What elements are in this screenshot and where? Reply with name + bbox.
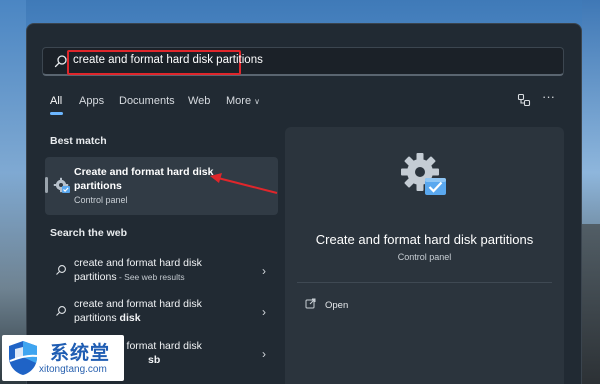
- detail-subtitle: Control panel: [397, 252, 452, 262]
- web-result-1-term: partitions: [74, 271, 117, 283]
- search-query-text[interactable]: create and format hard disk partitions: [73, 54, 263, 66]
- best-match-title: Create and format hard disk partitions: [74, 166, 214, 192]
- tab-more[interactable]: More ∨: [226, 95, 260, 107]
- web-result-2-line1: create and format hard disk: [74, 298, 202, 310]
- open-action[interactable]: Open: [325, 300, 348, 311]
- search-icon: [56, 265, 66, 275]
- web-result-2-prefix: partitions: [74, 312, 120, 324]
- search-web-heading: Search the web: [50, 227, 128, 239]
- watermark-title: 系统堂: [50, 342, 111, 364]
- watermark-url: xitongtang.com: [39, 364, 107, 375]
- more-options-icon[interactable]: ···: [542, 90, 556, 106]
- best-match-result[interactable]: Create and format hard disk partitions C…: [45, 157, 278, 215]
- web-result-2[interactable]: create and format hard disk partitions d…: [45, 298, 278, 338]
- tab-all[interactable]: All: [50, 95, 62, 107]
- best-match-subtitle: Control panel: [74, 195, 128, 205]
- web-result-2-bold: disk: [119, 312, 141, 324]
- desktop-wallpaper-left: [0, 0, 26, 384]
- tab-web[interactable]: Web: [188, 95, 210, 107]
- result-detail-pane: Create and format hard disk partitions C…: [285, 127, 564, 384]
- web-result-3-line2: sb: [148, 354, 160, 366]
- detail-title: Create and format hard disk partitions: [315, 232, 534, 247]
- best-match-heading: Best match: [50, 135, 107, 147]
- tab-apps[interactable]: Apps: [79, 95, 104, 107]
- web-result-2-line2: partitions disk: [74, 312, 141, 324]
- web-result-1[interactable]: create and format hard disk partitions -…: [45, 257, 278, 297]
- disk-management-gear-icon: [53, 177, 70, 193]
- disk-management-gear-icon: [401, 153, 446, 195]
- share-devices-icon[interactable]: [517, 93, 531, 107]
- web-result-3-bold: sb: [148, 354, 161, 366]
- web-result-1-line1: create and format hard disk: [74, 257, 202, 269]
- wallpaper-rock: [582, 224, 600, 384]
- chevron-right-icon: ›: [262, 305, 266, 319]
- search-icon: [54, 55, 67, 68]
- chevron-down-icon: ∨: [254, 97, 260, 106]
- site-watermark-logo: 系统堂 xitongtang.com: [2, 335, 124, 381]
- search-icon: [56, 306, 66, 316]
- web-result-1-line2: partitions - See web results: [74, 271, 185, 283]
- shield-logo-icon: [9, 341, 38, 375]
- chevron-right-icon: ›: [262, 347, 266, 361]
- see-web-results-label: - See web results: [116, 272, 185, 282]
- selection-indicator: [45, 177, 48, 193]
- start-search-panel: create and format hard disk partitions A…: [26, 23, 582, 384]
- search-input[interactable]: create and format hard disk partitions: [42, 47, 564, 76]
- tab-documents[interactable]: Documents: [119, 95, 175, 107]
- tab-more-label: More: [226, 95, 252, 107]
- chevron-right-icon: ›: [262, 264, 266, 278]
- open-external-icon[interactable]: [305, 298, 316, 309]
- active-tab-indicator: [50, 112, 63, 115]
- detail-divider: [297, 282, 552, 283]
